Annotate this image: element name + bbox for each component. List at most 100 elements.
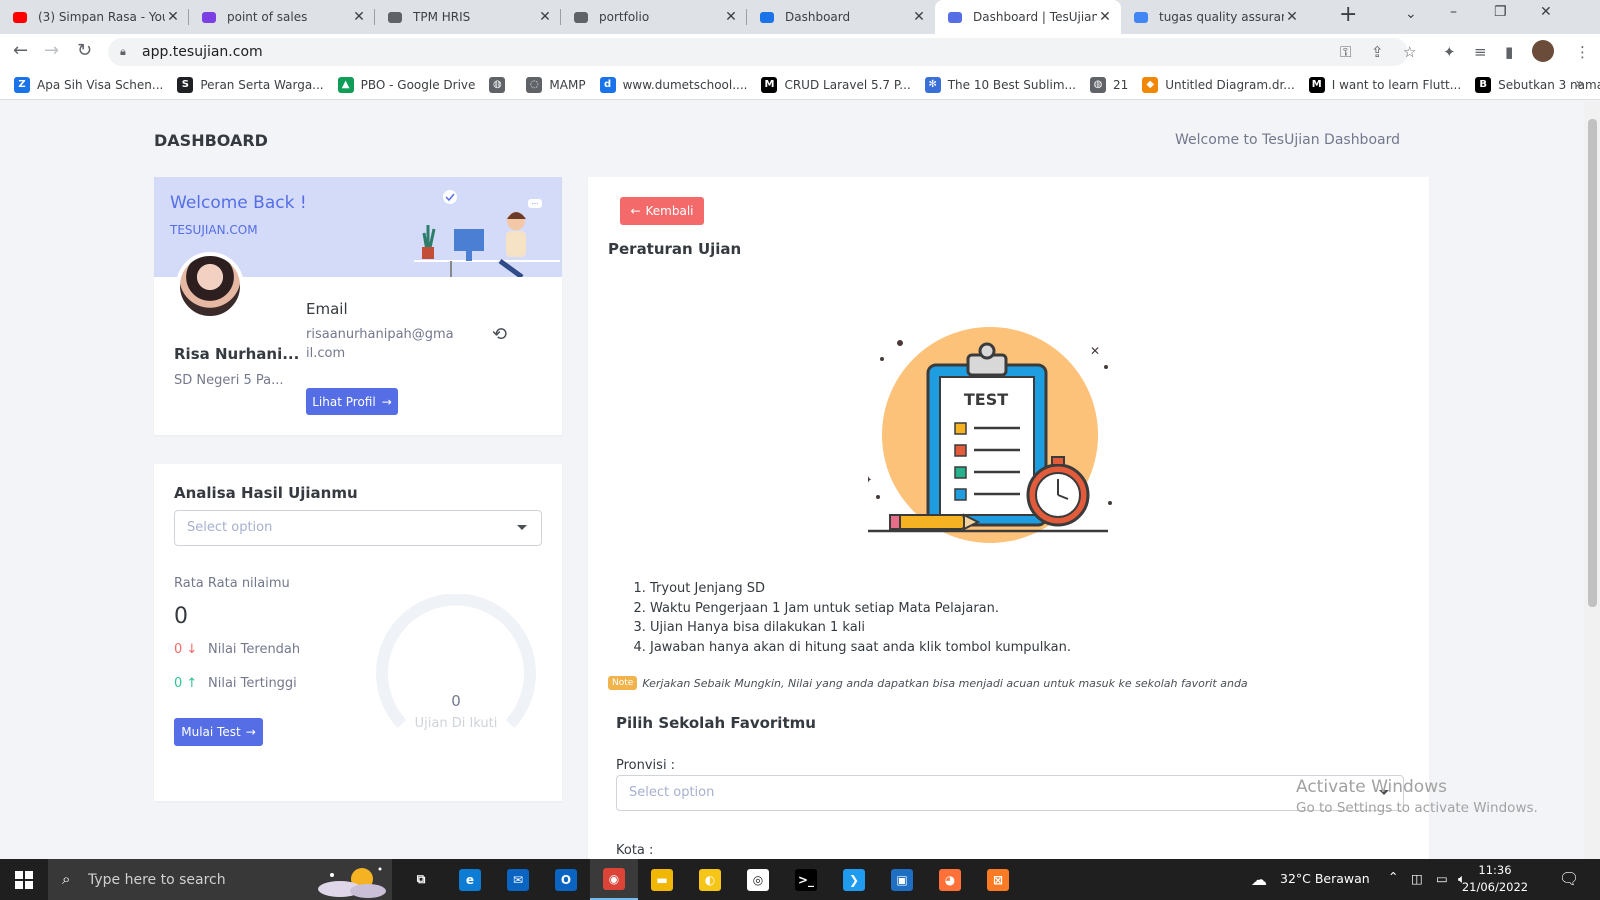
bookmark-label: PBO - Google Drive [360,77,476,92]
side-panel-icon[interactable]: ▮ [1505,43,1513,61]
taskbar-app-xampp[interactable]: ⊠ [974,859,1022,900]
taskbar-app-chrome[interactable]: ◉ [590,859,638,900]
browser-tab[interactable]: Dashboard ✕ [747,0,935,34]
bookmark-item[interactable]: M CRUD Laravel 5.7 P... [761,76,911,93]
bookmark-item[interactable]: ◍ 21 [1089,76,1129,93]
select-placeholder: Select option [187,520,273,535]
arrow-down-icon: ↓ [186,642,198,657]
page-content: DASHBOARD Welcome to TesUjian Dashboard … [0,101,1584,859]
taskbar-app-mail[interactable]: ✉ [494,859,542,900]
brainly-icon: B [1475,76,1492,93]
rules-list: Tryout Jenjang SD Waktu Pengerjaan 1 Jam… [650,579,1071,657]
browser-tab[interactable]: point of sales ✕ [189,0,375,34]
highest-value: 0 [174,676,183,691]
bookmark-label: www.dumetschool.... [622,77,748,92]
bookmark-label: 21 [1112,77,1129,92]
bookmark-item[interactable]: M I want to learn Flutt... [1308,76,1461,93]
svg-text:···: ··· [532,200,539,208]
clock-time: 11:36 [1478,863,1512,877]
list-item: Jawaban hanya akan di hitung saat anda k… [650,638,1071,658]
search-icon: ⌕ [62,870,71,888]
tab-title: Dashboard [785,10,851,24]
view-profile-button[interactable]: Lihat Profil → [306,388,398,415]
bookmark-item[interactable]: ◍ [489,76,512,93]
browser-tab[interactable]: tugas quality assurance✕ [1121,0,1308,34]
back-arrow-icon[interactable]: ← [13,40,28,61]
analisa-select[interactable]: Select option [174,510,542,546]
lock-icon: 🔒︎ [120,45,126,58]
bookmark-item[interactable]: d www.dumetschool.... [599,76,748,93]
browser-tab[interactable]: portfolio ✕ [561,0,747,34]
v-icon [201,9,217,25]
clock-date: 21/06/2022 [1461,880,1529,894]
chevron-up-icon[interactable]: ⌃ [1388,869,1398,884]
bookmark-item[interactable]: ▲ PBO - Google Drive [337,76,476,93]
key-icon[interactable]: ⚿ [1340,43,1351,61]
minimize-button[interactable]: – [1450,4,1457,20]
email-label: Email [306,300,348,318]
lowest-label: Nilai Terendah [208,642,301,657]
browser-tab[interactable]: (3) Simpan Rasa - YouTube✕ [0,0,189,34]
reload-icon[interactable]: ↻ [77,40,92,61]
media-icon[interactable]: ≡ [1474,43,1487,61]
bookmark-item[interactable]: ◌ MAMP [526,76,586,93]
scrollbar-thumb[interactable] [1588,119,1597,607]
restore-button[interactable]: ❐ [1494,4,1507,20]
taskbar-app-task-view[interactable]: ⧉ [397,859,445,900]
bookmark-item[interactable]: ◆ Untitled Diagram.dr... [1142,76,1295,93]
weather-text[interactable]: 32°C Berawan [1280,871,1370,886]
address-bar[interactable]: 🔒︎ app.tesujian.com [108,38,1408,66]
taskbar-app-pinball[interactable]: ◎ [734,859,782,900]
bookmarks-overflow-icon[interactable]: » [1575,76,1584,92]
menu-icon[interactable]: ⋮ [1575,43,1590,61]
taskbar-app-vscode[interactable]: ❯ [830,859,878,900]
page-welcome-text: Welcome to TesUjian Dashboard [1175,132,1400,148]
windows-start-icon[interactable] [15,871,33,889]
url-text[interactable]: app.tesujian.com [142,44,263,60]
share-icon[interactable]: ⇪ [1371,43,1384,61]
new-tab-button[interactable]: + [1339,2,1357,27]
browser-tab[interactable]: Dashboard | TesUjian ✕ [935,0,1121,34]
taskbar-app-outlook[interactable]: O [542,859,590,900]
taskbar-app-firefox[interactable]: ◕ [926,859,974,900]
close-icon[interactable]: ✕ [1284,9,1300,25]
forward-arrow-icon[interactable]: → [44,40,59,61]
browser-tab[interactable]: TPM HRIS ✕ [375,0,561,34]
lowest-value: 0 [174,642,183,657]
close-icon[interactable]: ✕ [911,9,927,25]
battery-icon[interactable]: ▭ [1436,871,1448,886]
test-illustration-text: TEST [964,390,1008,409]
taskbar-app-photos[interactable]: ▣ [878,859,926,900]
tab-search-icon[interactable]: ⌄ [1405,6,1417,22]
windows-activation-watermark: Activate Windows Go to Settings to activ… [1296,777,1538,816]
mamp-icon: ◌ [526,76,543,93]
view-profile-label: Lihat Profil [312,394,376,409]
taskbar-app-terminal[interactable]: >_ [782,859,830,900]
bookmark-item[interactable]: S Peran Serta Warga... [177,76,324,93]
network-icon[interactable]: ◫ [1411,871,1423,886]
start-test-button[interactable]: Mulai Test → [174,718,263,746]
page-scrollbar[interactable] [1584,101,1600,859]
taskbar-search[interactable]: ⌕ Type here to search [48,859,392,900]
medium-icon: M [761,76,778,93]
logout-icon[interactable]: ⟲ [492,324,507,345]
notifications-icon[interactable]: 🗨︎ [1559,869,1579,888]
windows-taskbar: ⌕ Type here to search ⧉ e ✉ O ◉ ▬ ◐ ◎ >_ ❯ ▣ ◕ ⊠ ☁ 3… [0,859,1600,900]
close-window-button[interactable]: ✕ [1540,4,1552,20]
close-icon[interactable]: ✕ [537,9,553,25]
back-button[interactable]: ← Kembali [620,197,704,225]
system-clock[interactable]: 11:36 21/06/2022 [1461,862,1529,896]
close-icon[interactable]: ✕ [165,9,181,25]
bookmark-item[interactable]: ✻ The 10 Best Sublim... [924,76,1076,93]
taskbar-app-duck[interactable]: ◐ [686,859,734,900]
close-icon[interactable]: ✕ [723,9,739,25]
taskbar-app-file-explorer[interactable]: ▬ [638,859,686,900]
profile-avatar-icon[interactable] [1532,40,1554,62]
bookmark-item[interactable]: Z Apa Sih Visa Schen... [14,76,163,93]
close-icon[interactable]: ✕ [1097,9,1113,25]
province-select[interactable]: Select option [616,775,1404,811]
extensions-icon[interactable]: ✦ [1443,43,1456,61]
taskbar-app-edge[interactable]: e [446,859,494,900]
star-icon[interactable]: ☆ [1403,43,1416,61]
close-icon[interactable]: ✕ [351,9,367,25]
